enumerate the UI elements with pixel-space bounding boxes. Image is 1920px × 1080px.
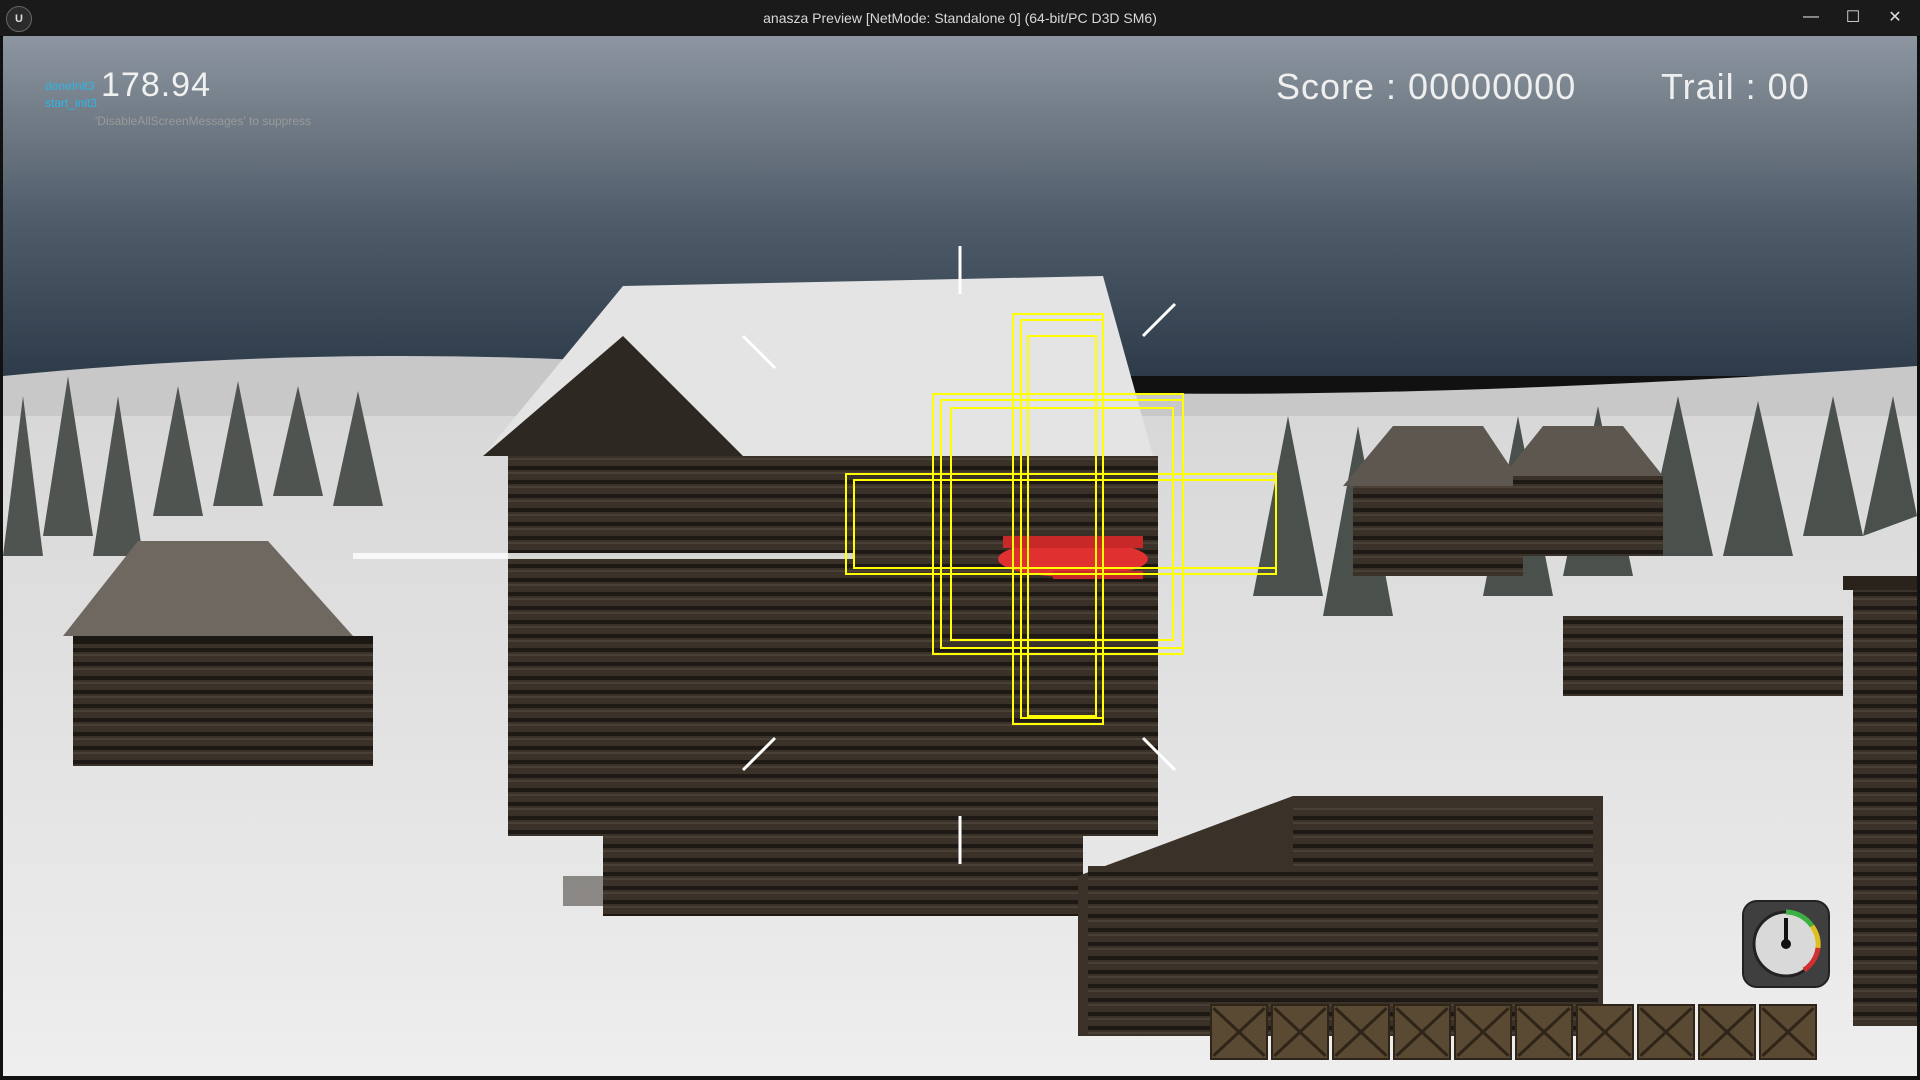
trail-display: Trail : 00	[1661, 66, 1810, 107]
hotbar-slot-7[interactable]	[1576, 1004, 1634, 1060]
debug-messages: doneInit3 start_init3	[45, 78, 97, 112]
hotbar-slot-4[interactable]	[1393, 1004, 1451, 1060]
main-log-house	[483, 276, 1158, 916]
minimize-button[interactable]: —	[1790, 0, 1832, 34]
hotbar-slot-2[interactable]	[1271, 1004, 1329, 1060]
watch-tower	[1843, 576, 1917, 1026]
suppress-messages-hint: 'DisableAllScreenMessages' to suppress	[95, 114, 312, 128]
speedometer-gauge-icon	[1742, 900, 1830, 988]
window-titlebar[interactable]: U anasza Preview [NetMode: Standalone 0]…	[0, 0, 1920, 37]
game-viewport[interactable]: doneInit3 start_init3 178.94 'DisableAll…	[3, 36, 1917, 1076]
score-display: Score : 00000000	[1276, 66, 1577, 107]
debug-line: doneInit3	[45, 79, 95, 93]
hotbar-slot-8[interactable]	[1637, 1004, 1695, 1060]
hotbar-slot-9[interactable]	[1698, 1004, 1756, 1060]
inventory-hotbar	[1210, 1004, 1817, 1060]
window-title: anasza Preview [NetMode: Standalone 0] (…	[763, 10, 1157, 26]
hotbar-slot-1[interactable]	[1210, 1004, 1268, 1060]
close-button[interactable]: ✕	[1874, 0, 1916, 34]
timer-readout: 178.94	[101, 66, 211, 104]
hotbar-slot-6[interactable]	[1515, 1004, 1573, 1060]
hotbar-slot-3[interactable]	[1332, 1004, 1390, 1060]
game-scene	[3, 36, 1917, 1076]
hotbar-slot-10[interactable]	[1759, 1004, 1817, 1060]
contrail	[353, 553, 853, 559]
maximize-button[interactable]: ☐	[1832, 0, 1874, 34]
debug-line: start_init3	[45, 96, 98, 110]
unreal-logo-icon: U	[6, 6, 32, 32]
hotbar-slot-5[interactable]	[1454, 1004, 1512, 1060]
